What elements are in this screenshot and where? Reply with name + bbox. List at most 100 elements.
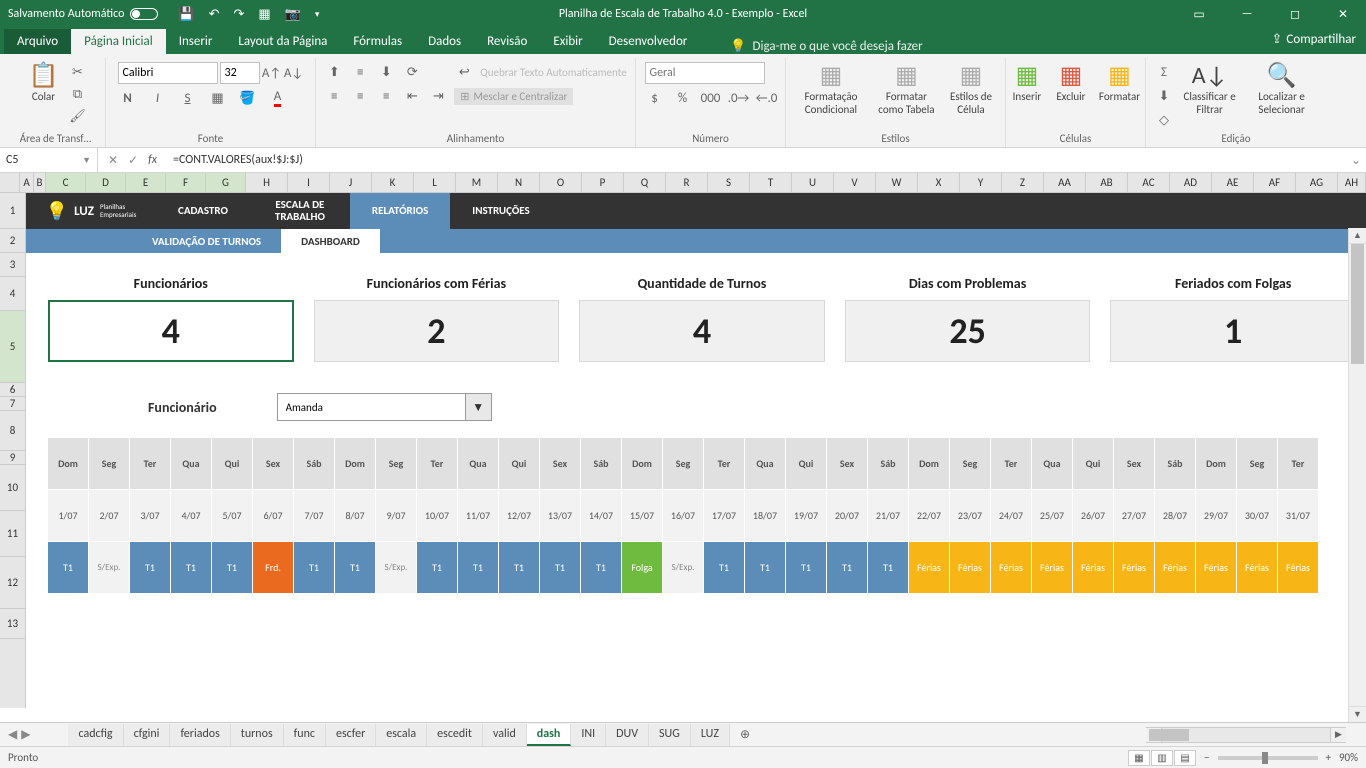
conditional-format-button[interactable]: ▦Formatação Condicional <box>794 62 868 118</box>
kpi-value[interactable]: 2 <box>314 300 560 362</box>
sheet-tab-escala[interactable]: escala <box>376 724 427 746</box>
tell-me-search[interactable]: 💡 Diga-me o que você deseja fazer <box>730 39 922 54</box>
sheet-tab-SUG[interactable]: SUG <box>649 724 691 746</box>
cal-shift[interactable]: Férias <box>991 542 1032 594</box>
align-top-icon[interactable]: ⬆ <box>324 62 344 82</box>
view-layout-icon[interactable]: ▥ <box>1151 750 1173 766</box>
sheet-nav-prev-icon[interactable]: ◀ <box>8 727 17 742</box>
hscroll-thumb[interactable] <box>1149 729 1189 741</box>
sheet-tab-escfer[interactable]: escfer <box>326 724 376 746</box>
scroll-up-icon[interactable]: ▲ <box>1349 228 1366 244</box>
tab-view[interactable]: Exibir <box>540 29 595 54</box>
col-header-AF[interactable]: AF <box>1254 173 1296 192</box>
zoom-level[interactable]: 90% <box>1339 751 1358 764</box>
formula-input[interactable]: =CONT.VALORES(aux!$J:$J) <box>167 153 1346 167</box>
subnav-dashboard[interactable]: DASHBOARD <box>281 229 380 253</box>
ribbon-display-icon[interactable]: ▭ <box>1176 0 1222 28</box>
cal-shift[interactable]: Folga <box>622 542 663 594</box>
dec-decimal-icon[interactable]: ←.0 <box>757 88 777 108</box>
wrap-text-icon[interactable]: ↩ <box>454 62 474 82</box>
col-header-G[interactable]: G <box>206 173 246 192</box>
cal-shift[interactable]: Férias <box>1278 542 1319 594</box>
col-header-F[interactable]: F <box>166 173 206 192</box>
save-icon[interactable]: 💾 <box>178 7 194 22</box>
sheet-tab-escedit[interactable]: escedit <box>427 724 483 746</box>
zoom-in-icon[interactable]: + <box>1326 751 1331 764</box>
col-header-E[interactable]: E <box>126 173 166 192</box>
cal-shift[interactable]: T1 <box>417 542 458 594</box>
currency-icon[interactable]: $ <box>645 88 665 108</box>
funcionario-input[interactable] <box>278 394 465 420</box>
kpi-value[interactable]: 4 <box>579 300 825 362</box>
view-normal-icon[interactable]: ▦ <box>1128 750 1150 766</box>
find-select-button[interactable]: 🔍Localizar e Selecionar <box>1245 62 1318 118</box>
copy-icon[interactable]: ⧉ <box>68 84 88 104</box>
cal-shift[interactable]: T1 <box>581 542 622 594</box>
col-header-A[interactable]: A <box>20 173 34 192</box>
zoom-out-icon[interactable]: − <box>1204 751 1209 764</box>
name-box[interactable]: C5▼ <box>0 148 98 172</box>
col-header-T[interactable]: T <box>750 173 792 192</box>
col-header-K[interactable]: K <box>372 173 414 192</box>
cal-shift[interactable]: T1 <box>540 542 581 594</box>
col-header-H[interactable]: H <box>246 173 288 192</box>
underline-icon[interactable]: S <box>178 88 198 108</box>
percent-icon[interactable]: % <box>673 88 693 108</box>
col-header-Z[interactable]: Z <box>1002 173 1044 192</box>
tab-insert[interactable]: Inserir <box>166 29 226 54</box>
align-bottom-icon[interactable]: ⬇ <box>376 62 396 82</box>
row-header-4[interactable]: 4 <box>0 277 25 311</box>
cell-styles-button[interactable]: ▦Estilos de Célula <box>945 62 997 118</box>
tab-file[interactable]: Arquivo <box>4 29 71 54</box>
col-header-Q[interactable]: Q <box>624 173 666 192</box>
col-header-S[interactable]: S <box>708 173 750 192</box>
sheet-content[interactable]: 💡 LUZ PlanilhasEmpresariais CADASTRO ESC… <box>26 193 1366 708</box>
italic-icon[interactable]: I <box>148 88 168 108</box>
bold-icon[interactable]: N <box>118 88 138 108</box>
nav-instrucoes[interactable]: INSTRUÇÕES <box>450 193 551 229</box>
row-header-8[interactable]: 8 <box>0 411 25 451</box>
row-header-13[interactable]: 13 <box>0 609 25 639</box>
redo-icon[interactable]: ↷ <box>233 7 244 22</box>
cal-shift[interactable]: Férias <box>1155 542 1196 594</box>
indent-inc-icon[interactable]: ⇥ <box>428 86 448 106</box>
cal-shift[interactable]: T1 <box>335 542 376 594</box>
col-header-P[interactable]: P <box>582 173 624 192</box>
tab-formulas[interactable]: Fórmulas <box>340 29 415 54</box>
namebox-dropdown-icon[interactable]: ▼ <box>82 155 91 166</box>
enter-formula-icon[interactable]: ✓ <box>128 153 138 168</box>
cal-shift[interactable]: Férias <box>909 542 950 594</box>
col-header-M[interactable]: M <box>456 173 498 192</box>
camera-icon[interactable]: 📷 <box>285 7 301 22</box>
cal-shift[interactable]: T1 <box>868 542 909 594</box>
tab-developer[interactable]: Desenvolvedor <box>596 29 701 54</box>
col-header-U[interactable]: U <box>792 173 834 192</box>
cal-shift[interactable]: T1 <box>48 542 89 594</box>
cal-shift[interactable]: T1 <box>499 542 540 594</box>
col-header-AG[interactable]: AG <box>1296 173 1338 192</box>
font-name-combo[interactable] <box>118 62 218 84</box>
close-icon[interactable]: ✕ <box>1320 0 1366 28</box>
cal-shift[interactable]: Férias <box>1196 542 1237 594</box>
row-header-6[interactable]: 6 <box>0 383 25 397</box>
number-format-combo[interactable] <box>645 62 765 84</box>
toggle-switch[interactable] <box>130 8 158 20</box>
row-header-12[interactable]: 12 <box>0 557 25 609</box>
cal-shift[interactable]: S/Exp. <box>89 542 130 594</box>
sheet-tab-cfgini[interactable]: cfgini <box>124 724 171 746</box>
tab-home[interactable]: Página Inicial <box>71 29 166 54</box>
sheet-tab-INI[interactable]: INI <box>571 724 606 746</box>
undo-icon[interactable]: ↶ <box>209 7 220 22</box>
cal-shift[interactable]: S/Exp. <box>376 542 417 594</box>
subnav-validacao[interactable]: VALIDAÇÃO DE TURNOS <box>132 229 281 253</box>
maximize-icon[interactable]: ◻ <box>1272 0 1318 28</box>
nav-escala[interactable]: ESCALA DE TRABALHO <box>250 193 350 229</box>
border-icon[interactable]: ▦ <box>208 88 228 108</box>
touch-icon[interactable]: ▦ <box>258 7 270 22</box>
sheet-tab-feriados[interactable]: feriados <box>170 724 230 746</box>
cal-shift[interactable]: T1 <box>212 542 253 594</box>
cal-shift[interactable]: T1 <box>704 542 745 594</box>
sheet-tab-LUZ[interactable]: LUZ <box>691 724 730 746</box>
merge-button[interactable]: ⊞Mesclar e Centralizar <box>454 88 573 105</box>
cal-shift[interactable]: T1 <box>130 542 171 594</box>
